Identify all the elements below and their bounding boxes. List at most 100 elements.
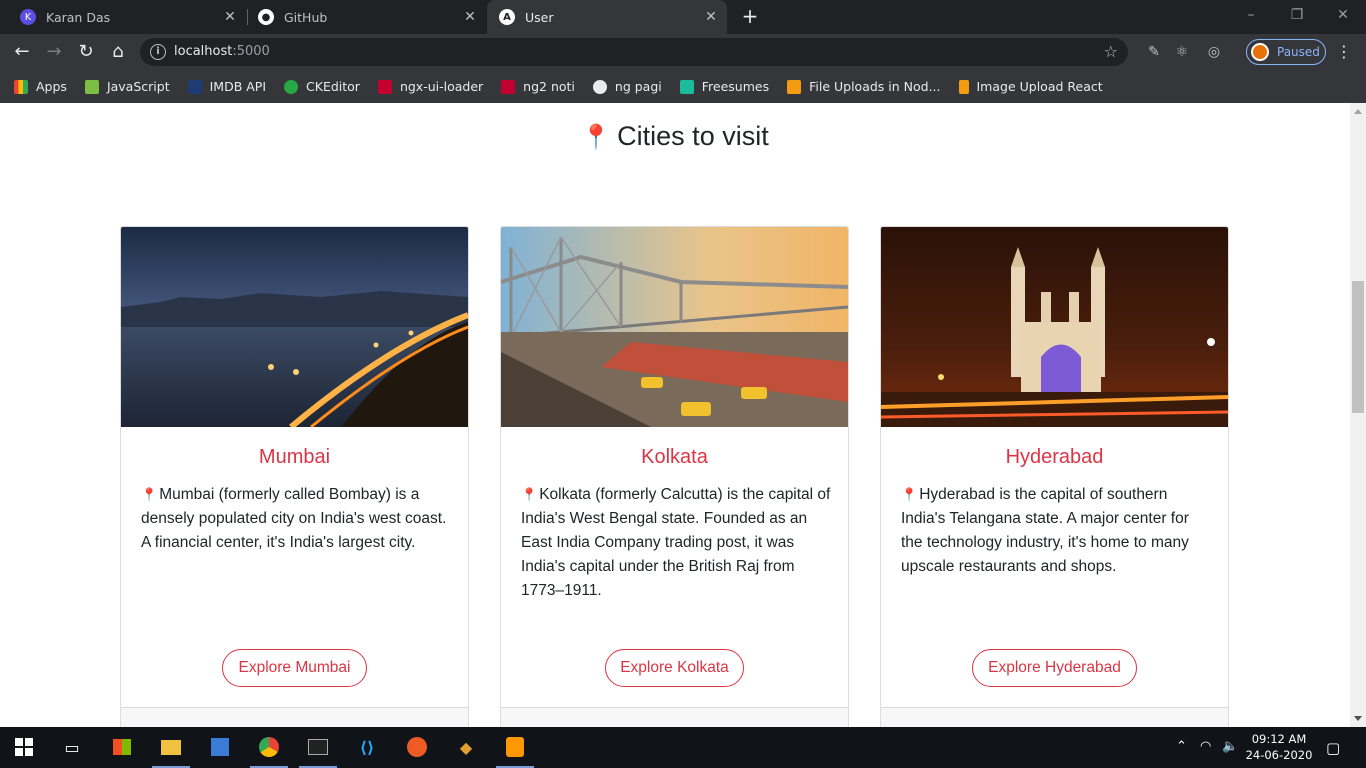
back-icon[interactable]: ← bbox=[10, 40, 34, 64]
close-icon[interactable]: ✕ bbox=[222, 9, 238, 25]
bookmark-file-uploads[interactable]: File Uploads in Nod... bbox=[787, 79, 941, 94]
ckeditor-icon bbox=[284, 79, 299, 94]
bookmark-ckeditor[interactable]: CKEditor bbox=[284, 79, 360, 94]
scroll-down-arrow-icon[interactable] bbox=[1354, 716, 1362, 721]
volume-icon[interactable]: 🔈 bbox=[1222, 739, 1238, 754]
bookmark-ng-pagi[interactable]: ng pagi bbox=[592, 79, 662, 94]
more-menu-icon[interactable]: ⋮ bbox=[1336, 42, 1352, 61]
bookmark-ngx-ui-loader[interactable]: ngx-ui-loader bbox=[377, 79, 484, 94]
close-icon[interactable]: ✕ bbox=[703, 9, 719, 25]
map-pin-icon: 📍 bbox=[521, 487, 538, 502]
bookmark-label: ng pagi bbox=[614, 79, 662, 94]
url-port: :5000 bbox=[232, 44, 270, 59]
bookmark-freesumes[interactable]: Freesumes bbox=[679, 79, 770, 94]
clock-date: 24-06-2020 bbox=[1245, 748, 1313, 762]
bookmark-imdb-api[interactable]: IMDB API bbox=[187, 79, 267, 94]
github-icon: ● bbox=[258, 9, 274, 25]
javascript-icon bbox=[84, 79, 99, 94]
imdb-api-icon bbox=[187, 79, 202, 94]
task-view-icon[interactable]: ▭ bbox=[58, 733, 86, 761]
card-description-text: Mumbai (formerly called Bombay) is a den… bbox=[141, 486, 447, 551]
media-player-icon[interactable] bbox=[206, 733, 234, 761]
page-scrollbar[interactable] bbox=[1350, 103, 1366, 727]
react-devtools-icon[interactable]: ⚛ bbox=[1172, 42, 1192, 62]
scroll-up-arrow-icon[interactable] bbox=[1354, 109, 1362, 114]
bookmark-image-upload-react[interactable]: Image Upload React bbox=[958, 79, 1103, 94]
explore-mumbai-button[interactable]: Explore Mumbai bbox=[222, 649, 367, 687]
card-description-text: Hyderabad is the capital of southern Ind… bbox=[901, 486, 1189, 575]
extension-target-icon[interactable]: ◎ bbox=[1204, 42, 1224, 62]
tab-karan-das[interactable]: K Karan Das ✕ bbox=[0, 0, 246, 34]
karan-icon: K bbox=[20, 9, 36, 25]
card-footer bbox=[121, 707, 468, 727]
bookmark-label: File Uploads in Nod... bbox=[809, 79, 941, 94]
card-footer bbox=[881, 707, 1228, 727]
card-description: 📍 Hyderabad is the capital of southern In… bbox=[901, 483, 1211, 579]
home-icon[interactable]: ⌂ bbox=[106, 40, 130, 64]
windows-start-icon[interactable] bbox=[10, 733, 38, 761]
bookmark-javascript[interactable]: JavaScript bbox=[84, 79, 170, 94]
address-bar[interactable]: i localhost:5000 ☆ bbox=[140, 38, 1128, 66]
card-description-text: Kolkata (formerly Calcutta) is the capit… bbox=[521, 486, 831, 599]
profile-button[interactable]: Paused bbox=[1246, 39, 1326, 65]
network-icon[interactable]: ◠ bbox=[1200, 739, 1211, 754]
card-description: 📍 Mumbai (formerly called Bombay) is a de… bbox=[141, 483, 451, 555]
bookmark-label: Image Upload React bbox=[976, 79, 1103, 94]
profile-status: Paused bbox=[1277, 45, 1320, 59]
card-title: Hyderabad bbox=[1005, 446, 1104, 468]
chrome-icon[interactable] bbox=[255, 733, 283, 761]
close-icon[interactable]: ✕ bbox=[462, 9, 478, 25]
file-uploads-icon bbox=[787, 79, 802, 94]
bookmark-label: IMDB API bbox=[209, 79, 267, 94]
page-content: 📍 Cities to visit Mumbai 📍 Mumbai (forme… bbox=[0, 103, 1350, 727]
explore-hyderabad-button[interactable]: Explore Hyderabad bbox=[972, 649, 1137, 687]
map-pin-icon: 📍 bbox=[141, 487, 158, 502]
city-card-kolkata: Kolkata 📍 Kolkata (formerly Calcutta) is … bbox=[500, 226, 849, 727]
extension-pen-icon[interactable]: ✎ bbox=[1144, 42, 1164, 62]
tab-title: User bbox=[525, 9, 554, 25]
minimize-button[interactable]: – bbox=[1228, 0, 1274, 34]
forward-icon[interactable]: → bbox=[42, 40, 66, 64]
npm-icon bbox=[377, 79, 392, 94]
avatar bbox=[1251, 43, 1269, 61]
bookmark-label: Freesumes bbox=[701, 79, 770, 94]
bookmark-star-icon[interactable]: ☆ bbox=[1104, 42, 1118, 61]
tab-user[interactable]: A User ✕ bbox=[487, 0, 727, 34]
postman-icon[interactable] bbox=[403, 733, 431, 761]
show-hidden-icons-icon[interactable]: ⌃ bbox=[1176, 739, 1187, 754]
store-icon[interactable] bbox=[108, 733, 136, 761]
git-icon[interactable]: ◆ bbox=[452, 733, 480, 761]
card-title: Kolkata bbox=[641, 446, 708, 468]
freesumes-icon bbox=[679, 79, 694, 94]
file-explorer-icon[interactable] bbox=[157, 733, 185, 761]
map-pin-icon: 📍 bbox=[581, 124, 612, 151]
page-title-text: Cities to visit bbox=[617, 121, 769, 151]
system-clock[interactable]: 09:12 AM 24-06-2020 bbox=[1244, 731, 1314, 763]
bookmark-apps[interactable]: Apps bbox=[14, 79, 67, 94]
npm-icon bbox=[501, 79, 516, 94]
notifications-icon[interactable]: ▢ bbox=[1326, 739, 1340, 757]
globe-icon bbox=[592, 79, 607, 94]
tab-title: GitHub bbox=[284, 9, 328, 25]
bookmark-ng2-noti[interactable]: ng2 noti bbox=[501, 79, 575, 94]
vscode-icon[interactable]: ⟨⟩ bbox=[353, 733, 381, 761]
mumbai-marine-drive-night-image bbox=[121, 227, 468, 427]
terminal-icon[interactable] bbox=[304, 733, 332, 761]
bookmark-label: JavaScript bbox=[106, 79, 170, 94]
site-info-icon[interactable]: i bbox=[150, 44, 166, 60]
apps-grid-icon bbox=[14, 79, 28, 94]
restore-button[interactable]: ❐ bbox=[1274, 0, 1320, 34]
scrollbar-thumb[interactable] bbox=[1352, 281, 1364, 413]
new-tab-button[interactable]: + bbox=[738, 5, 762, 29]
browser-toolbar: ← → ↻ ⌂ i localhost:5000 ☆ ✎ ⚛ ◎ Paused … bbox=[0, 34, 1366, 70]
windows-taskbar: ▭ ⟨⟩ ◆ ⌃ ◠ 🔈 09:12 AM 24-06-2020 ▢ bbox=[0, 727, 1366, 768]
tab-github[interactable]: ● GitHub ✕ bbox=[248, 0, 486, 34]
url-text: localhost:5000 bbox=[174, 44, 270, 59]
kolkata-howrah-bridge-image bbox=[501, 227, 848, 427]
bookmark-label: ngx-ui-loader bbox=[399, 79, 484, 94]
card-footer bbox=[501, 707, 848, 727]
sublime-text-icon[interactable] bbox=[501, 733, 529, 761]
explore-kolkata-button[interactable]: Explore Kolkata bbox=[605, 649, 744, 687]
reload-icon[interactable]: ↻ bbox=[74, 40, 98, 64]
close-window-button[interactable]: ✕ bbox=[1320, 0, 1366, 34]
